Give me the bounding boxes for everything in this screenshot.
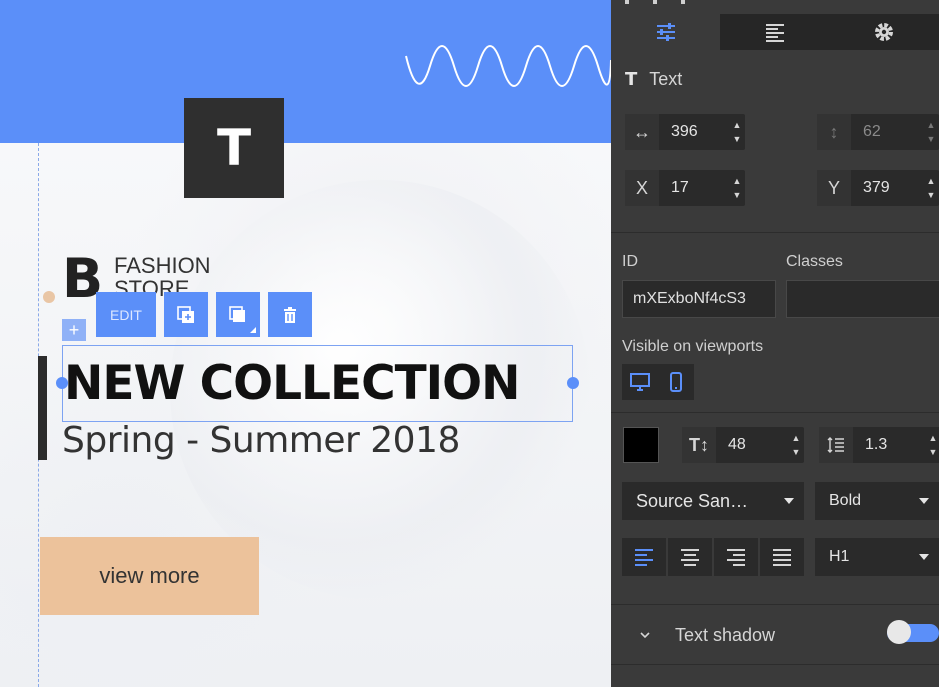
selection-outline — [62, 345, 573, 422]
resize-handle-left[interactable] — [56, 377, 68, 389]
sliders-icon — [656, 23, 675, 41]
font-weight-value: Bold — [829, 492, 862, 509]
delete-button[interactable] — [268, 292, 312, 337]
align-justify-button[interactable] — [760, 538, 804, 576]
tab-content[interactable] — [720, 14, 829, 50]
viewports-label: Visible on viewports — [622, 338, 764, 355]
gear-icon — [875, 23, 894, 41]
align-center-icon — [681, 549, 699, 566]
align-right-button[interactable] — [714, 538, 758, 576]
element-toolbar: EDIT — [96, 292, 312, 337]
classes-input[interactable] — [786, 280, 939, 318]
text-block-icon[interactable]: T — [184, 98, 284, 198]
line-height-value[interactable]: 1.3 — [853, 436, 925, 454]
font-size-stepper[interactable]: ▲ ▼ — [788, 434, 804, 457]
desktop-icon — [630, 373, 650, 391]
element-type: T Text — [625, 62, 682, 96]
align-left-icon — [635, 549, 653, 566]
subheading-text[interactable]: Spring - Summer 2018 — [62, 415, 460, 467]
height-value[interactable]: 62 — [851, 123, 923, 141]
font-family-select[interactable]: Source San… — [622, 482, 804, 520]
mobile-icon — [670, 372, 682, 392]
view-more-button[interactable]: view more — [40, 537, 259, 615]
line-height-field[interactable]: 1.3 ▲ ▼ — [819, 427, 939, 463]
classes-label: Classes — [786, 253, 843, 270]
width-stepper[interactable]: ▲ ▼ — [729, 121, 745, 144]
chevron-down-icon — [919, 498, 929, 504]
panel-top-handles — [625, 0, 685, 6]
tab-style[interactable] — [611, 14, 721, 50]
tab-settings[interactable] — [830, 14, 939, 50]
align-left-icon — [765, 24, 784, 42]
line-height-stepper[interactable]: ▲ ▼ — [925, 434, 939, 457]
y-position-field[interactable]: Y 379 ▲ ▼ — [817, 170, 939, 206]
heading-tag-select[interactable]: H1 — [815, 538, 939, 576]
align-center-button[interactable] — [668, 538, 712, 576]
font-size-icon: T↕ — [682, 427, 716, 463]
chevron-down-icon — [919, 554, 929, 560]
layers-icon — [229, 305, 245, 322]
viewport-toggle-group — [622, 364, 694, 400]
y-tag: Y — [817, 170, 851, 206]
resize-handle-right[interactable] — [567, 377, 579, 389]
text-align-group — [622, 538, 804, 576]
x-stepper[interactable]: ▲ ▼ — [729, 177, 745, 200]
panel-tabs — [611, 14, 939, 50]
height-arrows-icon: ↕ — [817, 114, 851, 150]
element-type-label: Text — [649, 68, 683, 89]
width-value[interactable]: 396 — [659, 123, 729, 141]
width-field[interactable]: ↔ 396 ▲ ▼ — [625, 114, 745, 150]
text-shadow-section[interactable]: Text shadow — [611, 612, 939, 658]
height-field[interactable]: ↕ 62 ▲ ▼ — [817, 114, 939, 150]
mobile-viewport-button[interactable] — [658, 364, 694, 400]
panel-divider — [611, 232, 939, 233]
inspector-panel: T Text ↔ 396 ▲ ▼ ↕ 62 ▲ ▼ X 17 ▲ ▼ Y 379 ▲ ▼… — [611, 0, 939, 687]
editor-canvas[interactable]: T B FASHION STORE EDIT + NEW COLLECTION … — [0, 0, 611, 687]
duplicate-icon — [177, 305, 194, 323]
desktop-viewport-button[interactable] — [622, 364, 658, 400]
y-stepper[interactable]: ▲ ▼ — [923, 177, 939, 200]
x-value[interactable]: 17 — [659, 179, 729, 197]
text-shadow-label: Text shadow — [675, 624, 776, 645]
panel-divider — [611, 664, 939, 665]
chevron-down-icon — [640, 632, 650, 639]
font-family-value: Source San… — [636, 490, 749, 511]
trash-icon — [284, 306, 296, 323]
line-height-icon — [819, 427, 853, 463]
heading-accent-bar — [38, 356, 47, 460]
font-weight-select[interactable]: Bold — [815, 482, 939, 520]
panel-divider — [611, 604, 939, 605]
element-handle-dot[interactable] — [43, 291, 55, 303]
id-label: ID — [622, 253, 638, 270]
align-right-icon — [727, 549, 745, 566]
font-size-value[interactable]: 48 — [716, 436, 788, 454]
align-left-button[interactable] — [622, 538, 666, 576]
height-stepper[interactable]: ▲ ▼ — [923, 121, 939, 144]
width-arrows-icon: ↔ — [625, 114, 659, 150]
add-element-handle[interactable]: + — [62, 319, 86, 341]
duplicate-button[interactable] — [164, 292, 208, 337]
align-justify-icon — [773, 549, 791, 566]
x-position-field[interactable]: X 17 ▲ ▼ — [625, 170, 745, 206]
layer-button[interactable] — [216, 292, 260, 337]
id-input[interactable]: mXExboNf4cS3 — [622, 280, 776, 318]
font-size-field[interactable]: T↕ 48 ▲ ▼ — [682, 427, 804, 463]
chevron-down-icon — [784, 498, 794, 504]
y-value[interactable]: 379 — [851, 179, 923, 197]
text-type-icon: T — [625, 68, 638, 90]
text-color-swatch[interactable] — [623, 427, 659, 463]
x-tag: X — [625, 170, 659, 206]
corner-indicator — [250, 327, 256, 333]
edit-button[interactable]: EDIT — [96, 292, 156, 337]
toggle-knob[interactable] — [887, 620, 911, 644]
wave-decoration — [405, 45, 611, 87]
panel-divider — [611, 412, 939, 413]
heading-tag-value: H1 — [829, 548, 850, 565]
